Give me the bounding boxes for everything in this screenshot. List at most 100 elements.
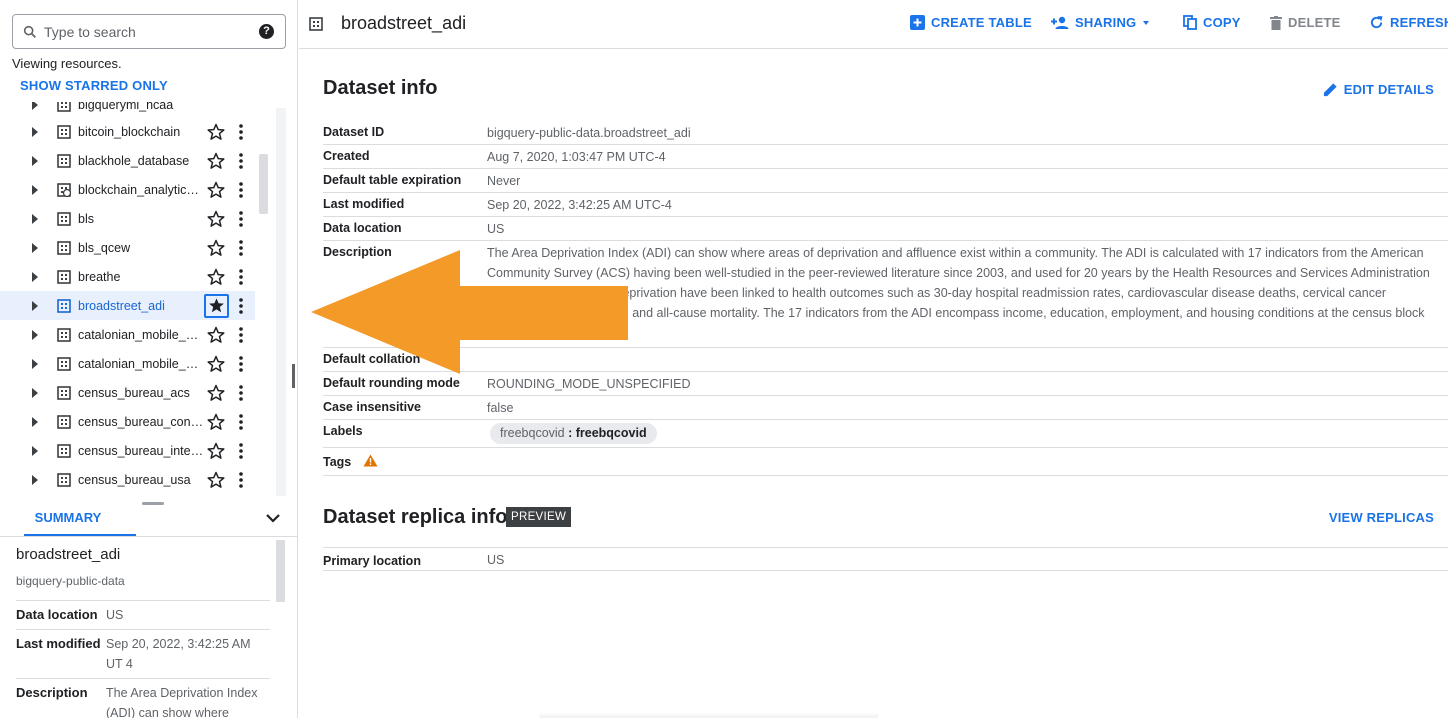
expand-caret-icon[interactable] [32, 445, 38, 456]
delete-button[interactable]: DELETE [1270, 15, 1340, 30]
more-vert-icon[interactable] [238, 413, 244, 430]
star-outline-icon[interactable] [207, 326, 225, 344]
star-outline-icon[interactable] [207, 384, 225, 402]
info-value: ROUNDING_MODE_UNSPECIFIED [487, 377, 691, 391]
more-vert-icon[interactable] [238, 239, 244, 256]
expand-caret-icon[interactable] [32, 387, 38, 398]
more-vert-icon[interactable] [238, 181, 244, 198]
tree-row-dataset[interactable]: bitcoin_blockchain [0, 117, 255, 146]
refresh-button[interactable]: REFRESH [1369, 15, 1448, 30]
tree-row-dataset[interactable]: bls [0, 204, 255, 233]
label-chip[interactable]: freebqcovid : freebqcovid [490, 423, 657, 444]
label-chip-key: freebqcovid [500, 426, 565, 440]
expand-caret-icon[interactable] [32, 416, 38, 427]
info-row-labels: Labels freebqcovid : freebqcovid [323, 420, 1448, 448]
panel-resize-handle[interactable] [292, 364, 295, 388]
dataset-info-heading: Dataset info [323, 77, 438, 99]
page-title: broadstreet_adi [341, 13, 467, 33]
star-outline-icon[interactable] [207, 239, 225, 257]
summary-row: Description The Area Deprivation Index (… [16, 678, 270, 718]
tree-row-dataset[interactable]: catalonian_mobile_co... [0, 320, 255, 349]
tree-row-dataset[interactable]: broadstreet_adi [0, 291, 255, 320]
more-vert-icon[interactable] [238, 384, 244, 401]
add-box-icon [910, 15, 925, 30]
copy-button[interactable]: COPY [1183, 15, 1241, 30]
star-outline-icon[interactable] [207, 268, 225, 286]
sharing-button[interactable]: SHARING [1051, 15, 1162, 30]
more-vert-icon[interactable] [238, 326, 244, 343]
dataset-icon [57, 327, 71, 342]
show-starred-only-button[interactable]: SHOW STARRED ONLY [20, 78, 168, 93]
viewing-resources-text: Viewing resources. [12, 56, 122, 71]
summary-row: Data location US [16, 600, 270, 629]
search-box[interactable]: ? [12, 14, 286, 49]
info-key: Default rounding mode [323, 376, 460, 390]
delete-label: DELETE [1288, 15, 1341, 30]
expand-caret-icon[interactable] [32, 242, 38, 253]
star-outline-icon[interactable] [207, 181, 225, 199]
more-vert-icon[interactable] [238, 123, 244, 140]
tree-scrollbar-thumb[interactable] [259, 154, 268, 214]
tree-row-dataset[interactable]: catalonian_mobile_co... [0, 349, 255, 378]
tree-row-dataset[interactable]: breathe [0, 262, 255, 291]
more-vert-icon[interactable] [238, 355, 244, 372]
more-vert-icon[interactable] [238, 297, 244, 314]
summary-scrollbar-thumb[interactable] [276, 540, 285, 602]
expand-caret-icon[interactable] [32, 358, 38, 369]
star-outline-icon[interactable] [207, 413, 225, 431]
tree-row-dataset[interactable]: census_bureau_usa [0, 465, 255, 494]
more-vert-icon[interactable] [238, 471, 244, 488]
preview-badge: PREVIEW [506, 507, 572, 527]
star-outline-icon[interactable] [207, 355, 225, 373]
tab-summary-label: SUMMARY [34, 510, 102, 525]
expand-caret-icon[interactable] [32, 184, 38, 195]
more-vert-icon[interactable] [238, 442, 244, 459]
chevron-down-icon[interactable] [265, 512, 281, 524]
tree-item-label: bigqueryml_ncaa [78, 102, 174, 112]
expand-caret-icon[interactable] [32, 474, 38, 485]
edit-details-button[interactable]: EDIT DETAILS [1323, 82, 1434, 97]
star-outline-icon[interactable] [207, 210, 225, 228]
search-input[interactable] [44, 23, 244, 40]
star-outline-icon[interactable] [207, 152, 225, 170]
star-filled-icon[interactable] [204, 293, 229, 318]
tree-item-label: blackhole_database [78, 153, 190, 168]
expand-caret-icon[interactable] [32, 329, 38, 340]
resource-tree: bigqueryml_ncaa bitcoin_blockchainblackh… [0, 102, 258, 498]
create-table-button[interactable]: CREATE TABLE [910, 15, 1032, 30]
tree-item-label: census_bureau_usa [78, 472, 191, 487]
tree-row-dataset[interactable]: blackhole_database [0, 146, 255, 175]
tree-row-dataset[interactable]: bls_qcew [0, 233, 255, 262]
expand-caret-icon[interactable] [32, 271, 38, 282]
star-outline-icon[interactable] [207, 471, 225, 489]
expand-caret-icon[interactable] [32, 300, 38, 311]
info-value [363, 448, 1448, 475]
info-row-expiration: Default table expiration Never [323, 169, 1448, 193]
view-replicas-button[interactable]: VIEW REPLICAS [1329, 510, 1434, 525]
help-icon[interactable]: ? [259, 24, 274, 39]
dropdown-arrow-icon [1143, 20, 1150, 25]
tree-item-label: census_bureau_intern... [78, 443, 204, 458]
more-vert-icon[interactable] [238, 268, 244, 285]
star-outline-icon[interactable] [207, 123, 225, 141]
info-row-data-location: Data location US [323, 217, 1448, 241]
expand-caret-icon[interactable] [32, 126, 38, 137]
star-outline-icon[interactable] [207, 442, 225, 460]
tab-summary[interactable]: SUMMARY [24, 505, 136, 536]
dataset-icon [57, 153, 71, 168]
expand-caret-icon[interactable] [32, 213, 38, 224]
warning-icon[interactable] [363, 454, 378, 467]
expand-caret-icon[interactable] [32, 155, 38, 166]
split-drag-handle[interactable] [142, 502, 164, 505]
expand-caret-icon[interactable] [32, 102, 38, 110]
info-value: Aug 7, 2020, 1:03:47 PM UTC-4 [487, 150, 666, 164]
tree-row-dataset[interactable]: census_bureau_intern... [0, 436, 255, 465]
tree-row-dataset[interactable]: census_bureau_const... [0, 407, 255, 436]
tree-row-dataset[interactable]: blockchain_analytics_... [0, 175, 255, 204]
dataset-icon [57, 443, 71, 458]
info-row-primary-location: Primary location US [323, 547, 1448, 571]
tree-row-dataset[interactable]: census_bureau_acs [0, 378, 255, 407]
more-vert-icon[interactable] [238, 152, 244, 169]
more-vert-icon[interactable] [238, 210, 244, 227]
tree-scrollbar-track[interactable] [276, 108, 286, 496]
